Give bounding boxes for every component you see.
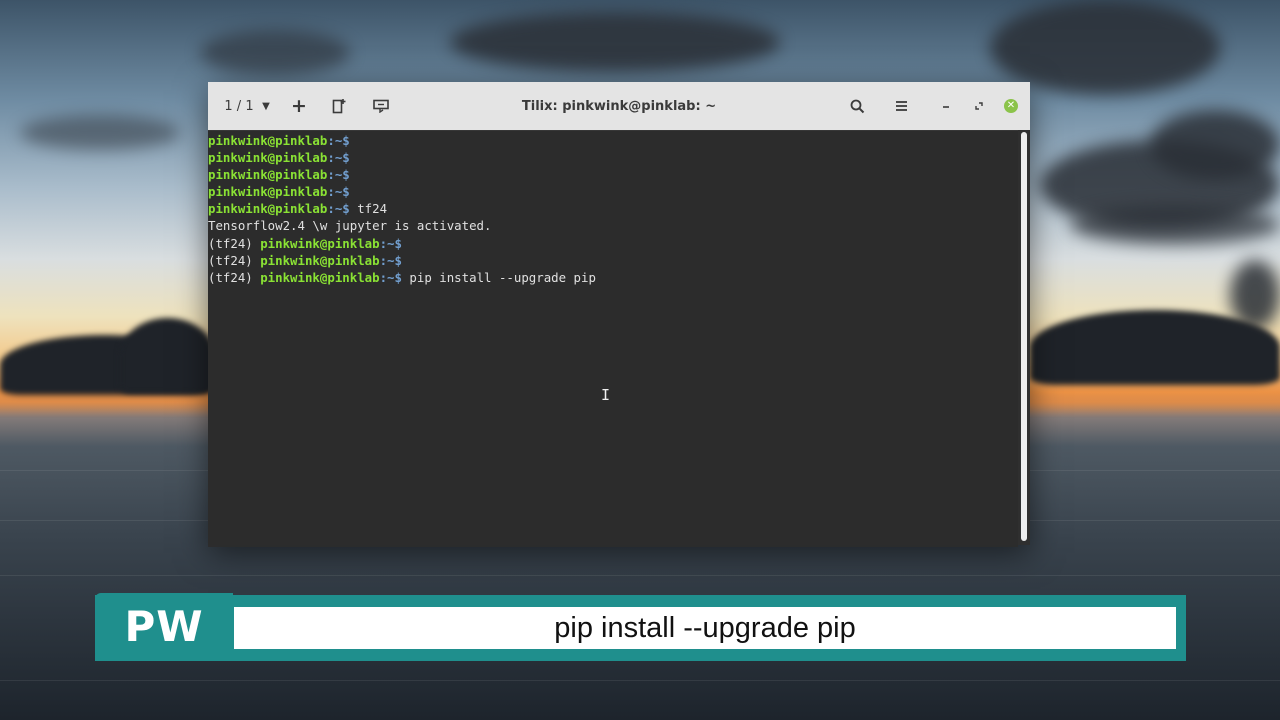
prompt-path: :~$ [379, 252, 402, 268]
window-title: Tilix: pinkwink@pinklab: ~ [521, 98, 717, 114]
prompt-path: :~$ [327, 184, 350, 200]
prompt-user: pinkwink@pinklab [208, 167, 328, 183]
caption-text: pip install --upgrade pip [554, 611, 856, 644]
terminal-window: 1 / 1 ▼ + Tilix: pinkwink@pinklab: ~ ✕ p… [208, 82, 1030, 547]
prompt-path: :~$ [327, 133, 350, 148]
prompt-user: pinkwink@pinklab [260, 252, 380, 268]
chevron-down-icon[interactable]: ▼ [258, 82, 274, 130]
terminal-line: pinkwink@pinklab:~$ [208, 132, 1018, 149]
terminal-output[interactable]: pinkwink@pinklab:~$ pinkwink@pinklab:~$ pi… [208, 130, 1018, 547]
terminal-scrollbar[interactable] [1018, 130, 1030, 545]
titlebar: 1 / 1 ▼ + Tilix: pinkwink@pinklab: ~ ✕ [208, 82, 1030, 131]
session-switcher-label[interactable]: 1 / 1 [222, 82, 256, 130]
channel-logo: PW [95, 593, 233, 659]
search-icon[interactable] [846, 82, 868, 130]
prompt-path: :~$ [379, 269, 402, 285]
bookmark-icon[interactable] [370, 82, 392, 130]
hamburger-menu-icon[interactable] [890, 82, 912, 130]
terminal-line: Tensorflow2.4 \w jupyter is activated. [208, 217, 1018, 234]
prompt-user: pinkwink@pinklab [208, 201, 328, 217]
command-text: tf24 [349, 201, 388, 217]
logo-text: PW [124, 601, 204, 651]
env-prefix: (tf24) [208, 235, 261, 251]
prompt-path: :~$ [327, 167, 350, 183]
command-output: Tensorflow2.4 \w jupyter is activated. [208, 218, 492, 234]
text-cursor-icon: I [601, 386, 611, 404]
terminal-line: pinkwink@pinklab:~$ tf24 [208, 200, 1018, 217]
prompt-path: :~$ [327, 201, 350, 217]
close-icon: ✕ [1004, 99, 1018, 113]
env-prefix: (tf24) [208, 269, 261, 285]
terminal-line: pinkwink@pinklab:~$ [208, 183, 1018, 200]
prompt-path: :~$ [327, 150, 350, 166]
close-button[interactable]: ✕ [1000, 82, 1022, 130]
terminal-line: pinkwink@pinklab:~$ [208, 166, 1018, 183]
terminal-line: pinkwink@pinklab:~$ [208, 149, 1018, 166]
prompt-user: pinkwink@pinklab [260, 269, 380, 285]
caption-box: pip install --upgrade pip [234, 607, 1176, 649]
terminal-line: (tf24) pinkwink@pinklab:~$ [208, 235, 1018, 252]
env-prefix: (tf24) [208, 252, 261, 268]
maximize-icon[interactable] [968, 82, 990, 130]
terminal-line: (tf24) pinkwink@pinklab:~$ pip install -… [208, 269, 1018, 286]
command-text: pip install --upgrade pip [401, 269, 596, 285]
prompt-user: pinkwink@pinklab [208, 184, 328, 200]
terminal-line: (tf24) pinkwink@pinklab:~$ [208, 252, 1018, 269]
scrollbar-thumb[interactable] [1021, 132, 1027, 541]
prompt-path: :~$ [379, 235, 402, 251]
prompt-user: pinkwink@pinklab [208, 150, 328, 166]
prompt-user: pinkwink@pinklab [260, 235, 380, 251]
split-terminal-icon[interactable] [328, 82, 350, 130]
prompt-user: pinkwink@pinklab [208, 133, 328, 148]
plus-icon[interactable]: + [288, 82, 310, 130]
minimize-icon[interactable] [935, 82, 957, 130]
